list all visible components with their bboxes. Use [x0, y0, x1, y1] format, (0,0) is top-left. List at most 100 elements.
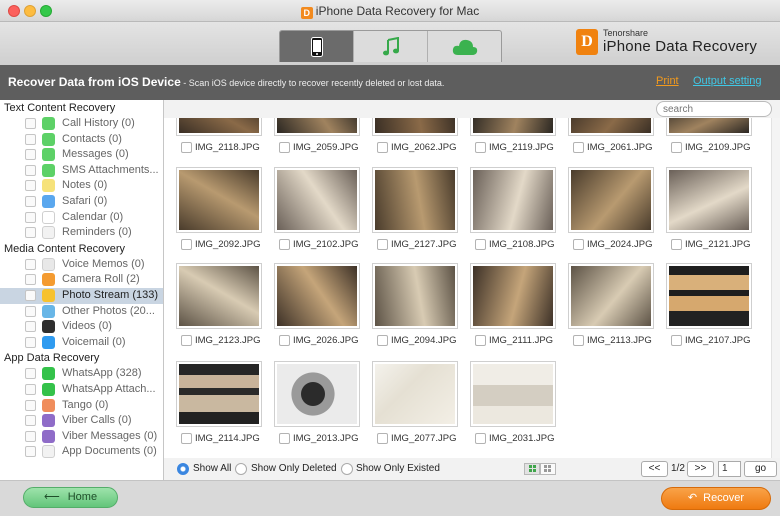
photo-thumbnail[interactable] [274, 167, 360, 233]
sidebar-item[interactable]: Tango (0) [0, 398, 163, 414]
sidebar-item-checkbox[interactable] [25, 274, 36, 286]
sidebar-item[interactable]: Notes (0) [0, 178, 163, 194]
photo-checkbox[interactable] [573, 239, 584, 250]
go-button[interactable]: go [744, 461, 777, 477]
sidebar-item[interactable]: Camera Roll (2) [0, 272, 163, 288]
photo-thumbnail[interactable] [568, 263, 654, 329]
photo-thumbnail[interactable] [372, 263, 458, 329]
show-only-deleted-radio[interactable] [235, 463, 247, 475]
sidebar-item-checkbox[interactable] [25, 430, 36, 442]
sidebar-item-checkbox[interactable] [25, 305, 36, 317]
photo-thumbnail[interactable] [470, 263, 556, 329]
photo-thumbnail[interactable] [176, 361, 262, 427]
sidebar-item-checkbox[interactable] [25, 164, 36, 176]
output-setting-link[interactable]: Output setting [693, 75, 762, 87]
sidebar-item-checkbox[interactable] [25, 195, 36, 207]
sidebar-item[interactable]: Other Photos (20... [0, 304, 163, 320]
sidebar-item-checkbox[interactable] [25, 399, 36, 411]
photo-checkbox[interactable] [573, 335, 584, 346]
sidebar-item-checkbox[interactable] [25, 383, 36, 395]
sidebar-item-checkbox[interactable] [25, 415, 36, 427]
photo-checkbox[interactable] [181, 142, 192, 153]
photo-thumbnail[interactable] [372, 361, 458, 427]
photo-thumbnail[interactable] [176, 263, 262, 329]
photo-checkbox[interactable] [475, 142, 486, 153]
photo-checkbox[interactable] [671, 335, 682, 346]
show-only-existed-radio[interactable] [341, 463, 353, 475]
sidebar-item[interactable]: Viber Messages (0) [0, 429, 163, 445]
photo-checkbox[interactable] [475, 239, 486, 250]
photo-thumbnail[interactable] [568, 118, 654, 136]
photo-checkbox[interactable] [573, 142, 584, 153]
photo-thumbnail[interactable] [274, 118, 360, 136]
search-input[interactable] [656, 101, 772, 117]
sidebar-item-checkbox[interactable] [25, 180, 36, 192]
photo-thumbnail[interactable] [372, 167, 458, 233]
sidebar-item-checkbox[interactable] [25, 258, 36, 270]
photo-thumbnail[interactable] [470, 361, 556, 427]
sidebar-item[interactable]: Messages (0) [0, 147, 163, 163]
sidebar-item-checkbox[interactable] [25, 227, 36, 239]
sidebar-item[interactable]: Call History (0) [0, 116, 163, 132]
photo-thumbnail[interactable] [666, 263, 752, 329]
photo-thumbnail[interactable] [176, 167, 262, 233]
photo-checkbox[interactable] [377, 239, 388, 250]
photo-checkbox[interactable] [181, 239, 192, 250]
sidebar-item-checkbox[interactable] [25, 133, 36, 145]
photo-thumbnail[interactable] [470, 167, 556, 233]
sidebar-item[interactable]: WhatsApp (328) [0, 366, 163, 382]
photo-checkbox[interactable] [181, 433, 192, 444]
next-page-button[interactable]: >> [687, 461, 714, 477]
sidebar-item-checkbox[interactable] [25, 289, 36, 301]
sidebar-item[interactable]: App Documents (0) [0, 444, 163, 460]
photo-checkbox[interactable] [671, 142, 682, 153]
tab-itunes-backup[interactable] [354, 31, 428, 62]
show-all-radio[interactable] [177, 463, 189, 475]
sidebar-item-checkbox[interactable] [25, 118, 36, 129]
photo-checkbox[interactable] [377, 142, 388, 153]
previous-page-button[interactable]: << [641, 461, 668, 477]
sidebar-item-checkbox[interactable] [25, 446, 36, 458]
photo-thumbnail[interactable] [176, 118, 262, 136]
photo-checkbox[interactable] [377, 433, 388, 444]
photo-checkbox[interactable] [279, 335, 290, 346]
page-number-input[interactable]: 1 [718, 461, 741, 477]
sidebar-item[interactable]: SMS Attachments... [0, 163, 163, 179]
sidebar-item[interactable]: Reminders (0) [0, 225, 163, 241]
photo-thumbnail[interactable] [274, 263, 360, 329]
sidebar-item[interactable]: Calendar (0) [0, 210, 163, 226]
photo-thumbnail[interactable] [274, 361, 360, 427]
photo-checkbox[interactable] [377, 335, 388, 346]
sidebar-item[interactable]: Contacts (0) [0, 132, 163, 148]
photo-checkbox[interactable] [279, 433, 290, 444]
sidebar-item[interactable]: WhatsApp Attach... [0, 382, 163, 398]
photo-thumbnail[interactable] [568, 167, 654, 233]
photo-checkbox[interactable] [279, 239, 290, 250]
grid-scrollbar[interactable] [771, 118, 780, 458]
photo-checkbox[interactable] [475, 335, 486, 346]
print-link[interactable]: Print [656, 75, 679, 87]
sidebar-item-checkbox[interactable] [25, 211, 36, 223]
list-view-button[interactable] [540, 463, 556, 475]
sidebar-item-checkbox[interactable] [25, 149, 36, 161]
photo-checkbox[interactable] [671, 239, 682, 250]
photo-checkbox[interactable] [181, 335, 192, 346]
sidebar-item[interactable]: Safari (0) [0, 194, 163, 210]
photo-thumbnail[interactable] [666, 118, 752, 136]
photo-checkbox[interactable] [475, 433, 486, 444]
sidebar-item[interactable]: Photo Stream (133) [0, 287, 163, 304]
tab-ios-device[interactable] [280, 31, 354, 62]
sidebar-item[interactable]: Videos (0) [0, 319, 163, 335]
recover-button[interactable]: ↶ Recover [661, 487, 771, 510]
sidebar-item-checkbox[interactable] [25, 368, 36, 380]
tab-icloud-backup[interactable] [428, 31, 501, 62]
photo-thumbnail[interactable] [470, 118, 556, 136]
photo-thumbnail[interactable] [372, 118, 458, 136]
sidebar-item-checkbox[interactable] [25, 321, 36, 333]
sidebar-item[interactable]: Voicemail (0) [0, 335, 163, 351]
grid-view-button[interactable] [524, 463, 540, 475]
photo-checkbox[interactable] [279, 142, 290, 153]
home-button[interactable]: ⟵ Home [23, 487, 118, 508]
sidebar-item[interactable]: Voice Memos (0) [0, 257, 163, 273]
sidebar-item-checkbox[interactable] [25, 336, 36, 348]
